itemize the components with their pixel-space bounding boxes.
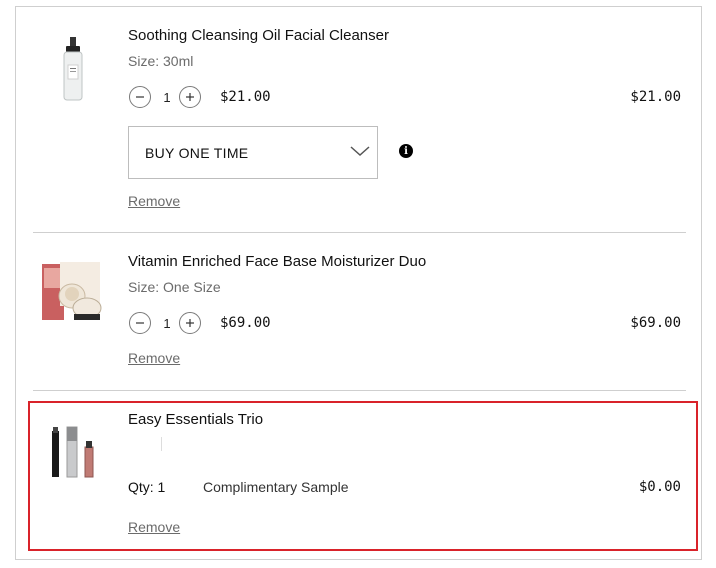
- separator: [161, 437, 162, 451]
- product-name[interactable]: Easy Essentials Trio: [128, 411, 263, 428]
- qty-value: 1: [163, 316, 171, 331]
- minus-icon: [136, 322, 144, 324]
- line-total: $0.00: [638, 479, 681, 495]
- product-image-cleansing-oil: [63, 37, 83, 101]
- product-size: Size: One Size: [128, 279, 221, 295]
- product-image-essentials-trio: [52, 426, 94, 478]
- line-total: $69.00: [630, 315, 681, 331]
- decrease-qty-button[interactable]: [129, 86, 151, 108]
- unit-price: $69.00: [220, 315, 271, 331]
- product-size: Size: 30ml: [128, 53, 194, 69]
- product-name[interactable]: Vitamin Enriched Face Base Moisturizer D…: [128, 253, 426, 270]
- remove-link[interactable]: Remove: [128, 193, 180, 209]
- item-divider: [33, 232, 686, 233]
- plus-icon: [186, 93, 194, 101]
- cart-panel: Soothing Cleansing Oil Facial Cleanser S…: [15, 6, 702, 560]
- chevron-down-icon: [350, 146, 370, 157]
- remove-link[interactable]: Remove: [128, 350, 180, 366]
- complimentary-sample-label: Complimentary Sample: [203, 479, 349, 495]
- plus-icon: [186, 319, 194, 327]
- qty-value: 1: [163, 90, 171, 105]
- product-image-moisturizer-duo: [42, 262, 102, 320]
- increase-qty-button[interactable]: [179, 86, 201, 108]
- increase-qty-button[interactable]: [179, 312, 201, 334]
- purchase-option-select[interactable]: BUY ONE TIME: [128, 126, 378, 179]
- remove-link[interactable]: Remove: [128, 519, 180, 535]
- decrease-qty-button[interactable]: [129, 312, 151, 334]
- unit-price: $21.00: [220, 89, 271, 105]
- item-divider: [33, 390, 686, 391]
- qty-label: Qty: 1: [128, 479, 166, 495]
- minus-icon: [136, 96, 144, 98]
- info-icon[interactable]: i: [399, 144, 413, 158]
- purchase-option-value: BUY ONE TIME: [145, 145, 249, 161]
- line-total: $21.00: [630, 89, 681, 105]
- product-name[interactable]: Soothing Cleansing Oil Facial Cleanser: [128, 27, 389, 44]
